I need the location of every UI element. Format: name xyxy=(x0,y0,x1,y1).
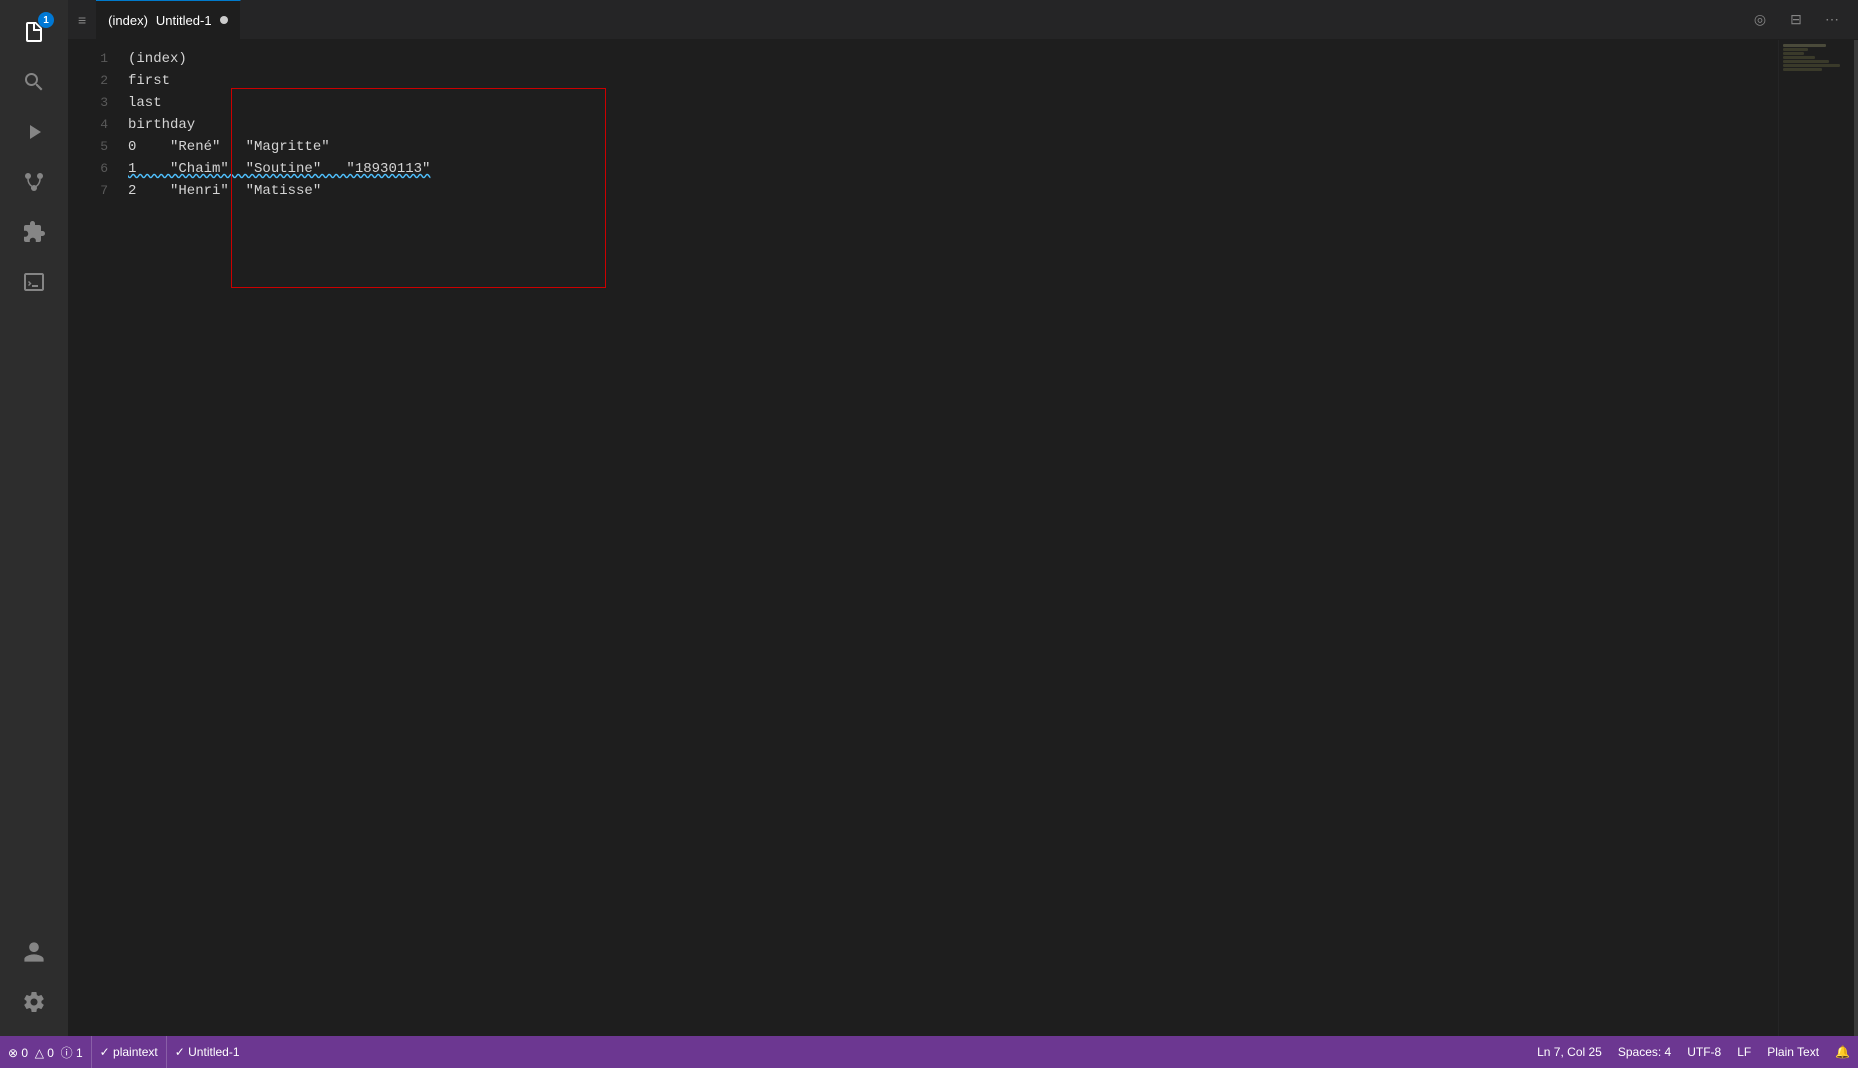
code-line-7: 7 2 "Henri" "Matisse" xyxy=(68,180,1778,202)
language-mode-section[interactable]: Plain Text xyxy=(1759,1036,1827,1068)
tab-dirty-indicator xyxy=(220,16,228,24)
notifications-bell-icon: 🔔 xyxy=(1835,1045,1850,1059)
source-control-icon[interactable] xyxy=(10,158,58,206)
code-line-1: 1 (index) xyxy=(68,48,1778,70)
plaintext-check-section[interactable]: ✓ plaintext xyxy=(92,1036,166,1068)
encoding-text: UTF-8 xyxy=(1687,1045,1721,1059)
errors-warnings-text: ⊗ 0 △ 0 ⓘ 1 xyxy=(8,1044,83,1061)
errors-warnings-section[interactable]: ⊗ 0 △ 0 ⓘ 1 xyxy=(0,1036,91,1068)
files-badge: 1 xyxy=(38,12,54,28)
notifications-section[interactable]: 🔔 xyxy=(1827,1036,1858,1068)
code-line-5: 5 0 "René" "Magritte" xyxy=(68,136,1778,158)
status-bar: ⊗ 0 △ 0 ⓘ 1 ✓ plaintext ✓ Untitled-1 Ln … xyxy=(0,1036,1858,1068)
terminal-icon[interactable] xyxy=(10,258,58,306)
main-container: ≡ (index) Untitled-1 ◎ ⊟ ⋯ 1 (index) 2 xyxy=(68,0,1858,1068)
tab-actions: ◎ ⊟ ⋯ xyxy=(1746,0,1858,39)
line-ending-section[interactable]: LF xyxy=(1729,1036,1759,1068)
search-icon[interactable] xyxy=(10,58,58,106)
extensions-icon[interactable] xyxy=(10,208,58,256)
cursor-position-text: Ln 7, Col 25 xyxy=(1537,1045,1602,1059)
code-line-6: 6 1 "Chaim" "Soutine" "18930113" xyxy=(68,158,1778,180)
code-line-3: 3 last xyxy=(68,92,1778,114)
run-debug-icon[interactable] xyxy=(10,108,58,156)
code-line-4: 4 birthday xyxy=(68,114,1778,136)
untitled-check-section[interactable]: ✓ Untitled-1 xyxy=(167,1036,248,1068)
cursor-position-section[interactable]: Ln 7, Col 25 xyxy=(1529,1036,1610,1068)
code-container: 1 (index) 2 first 3 last 4 birthday 5 xyxy=(68,48,1778,202)
minimap[interactable] xyxy=(1778,40,1858,1068)
editor-area: 1 (index) 2 first 3 last 4 birthday 5 xyxy=(68,40,1858,1068)
spaces-section[interactable]: Spaces: 4 xyxy=(1610,1036,1679,1068)
activity-bar: 1 xyxy=(0,0,68,1036)
notifications-icon[interactable]: ◎ xyxy=(1746,6,1774,34)
split-editor-icon[interactable]: ⊟ xyxy=(1782,6,1810,34)
tab-index[interactable]: (index) Untitled-1 xyxy=(96,0,240,39)
line-ending-text: LF xyxy=(1737,1045,1751,1059)
settings-icon[interactable] xyxy=(10,978,58,1026)
minimap-content xyxy=(1779,40,1858,76)
minimap-scrollbar[interactable] xyxy=(1854,40,1858,1068)
files-icon[interactable]: 1 xyxy=(10,8,58,56)
encoding-section[interactable]: UTF-8 xyxy=(1679,1036,1729,1068)
tab-label: (index) xyxy=(108,13,148,28)
more-actions-icon[interactable]: ⋯ xyxy=(1818,6,1846,34)
tab-filename: Untitled-1 xyxy=(156,13,212,28)
language-mode-text: Plain Text xyxy=(1767,1045,1819,1059)
tab-menu-button[interactable]: ≡ xyxy=(68,0,96,39)
tab-bar: ≡ (index) Untitled-1 ◎ ⊟ ⋯ xyxy=(68,0,1858,40)
untitled-check-text: ✓ Untitled-1 xyxy=(175,1045,240,1059)
account-icon[interactable] xyxy=(10,928,58,976)
plaintext-check-text: ✓ plaintext xyxy=(100,1045,158,1059)
code-line-2: 2 first xyxy=(68,70,1778,92)
spaces-text: Spaces: 4 xyxy=(1618,1045,1671,1059)
editor-content[interactable]: 1 (index) 2 first 3 last 4 birthday 5 xyxy=(68,40,1778,1068)
